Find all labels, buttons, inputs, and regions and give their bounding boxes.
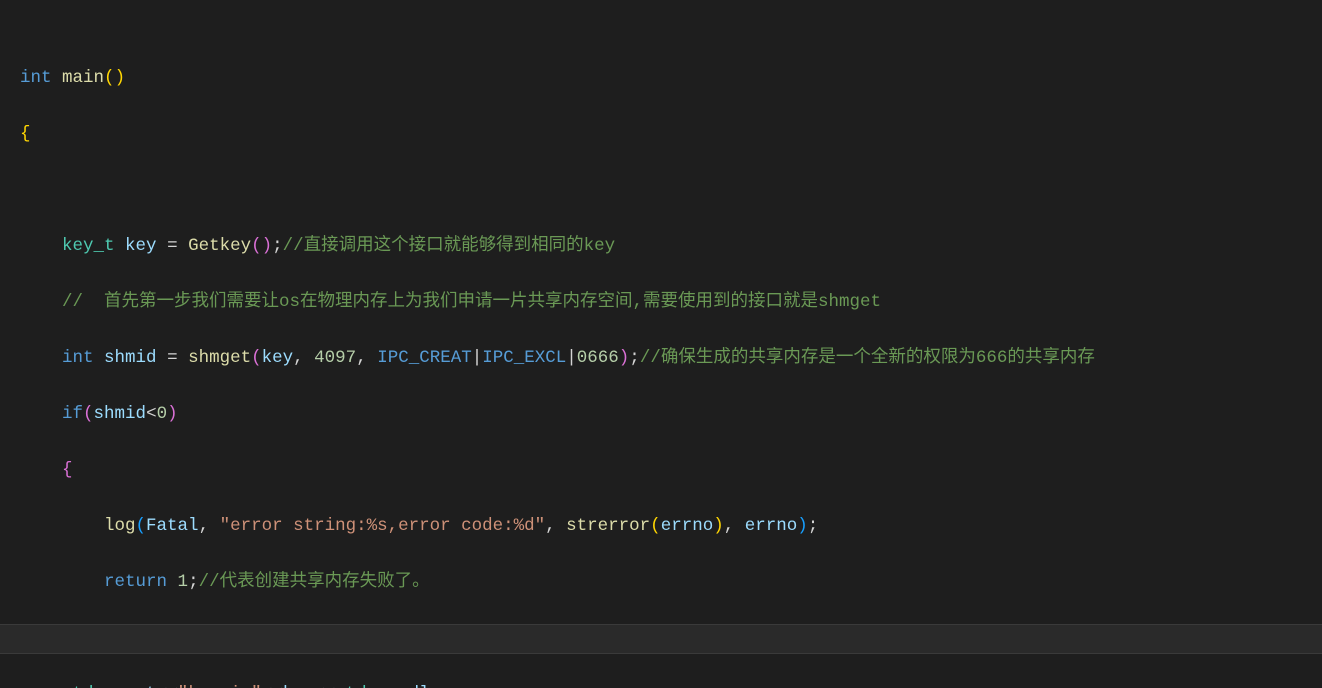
code-line: int shmid = shmget(key, 4097, IPC_CREAT|…: [20, 344, 1322, 372]
code-line: }: [20, 624, 1322, 652]
code-line: int main(): [20, 64, 1322, 92]
code-editor[interactable]: int main() { key_t key = Getkey();//直接调用…: [0, 0, 1322, 688]
code-line: // 首先第一步我们需要让os在物理内存上为我们申请一片共享内存空间,需要使用到…: [20, 288, 1322, 316]
code-line: std::cout<<"key is"<<key<<std::endl;: [20, 680, 1322, 688]
code-line: [20, 176, 1322, 204]
code-line: if(shmid<0): [20, 400, 1322, 428]
code-line: key_t key = Getkey();//直接调用这个接口就能够得到相同的k…: [20, 232, 1322, 260]
code-line: {: [20, 120, 1322, 148]
code-line: {: [20, 456, 1322, 484]
code-line: log(Fatal, "error string:%s,error code:%…: [20, 512, 1322, 540]
code-line: return 1;//代表创建共享内存失败了。: [20, 568, 1322, 596]
